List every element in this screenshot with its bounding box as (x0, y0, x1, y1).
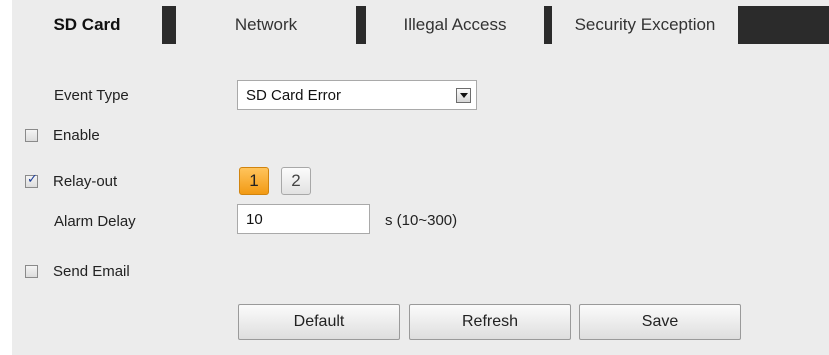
tab-bar: SD Card Network Illegal Access Security … (12, 6, 829, 44)
alarm-delay-unit: s (10~300) (385, 212, 458, 229)
enable-label: Enable (53, 127, 100, 144)
alarm-delay-label: Alarm Delay (54, 213, 136, 230)
default-button[interactable]: Default (238, 304, 400, 340)
event-type-select[interactable]: SD Card Error (237, 80, 477, 110)
tab-separator (162, 6, 176, 44)
tab-separator (544, 6, 552, 44)
checkmark-icon: ✓ (27, 172, 38, 187)
event-type-value: SD Card Error (246, 87, 342, 104)
alarm-delay-input[interactable] (237, 204, 370, 234)
send-email-label: Send Email (53, 263, 130, 280)
tab-security-exception[interactable]: Security Exception (552, 6, 738, 44)
refresh-button[interactable]: Refresh (409, 304, 571, 340)
tab-illegal-access[interactable]: Illegal Access (366, 6, 544, 44)
enable-checkbox[interactable] (25, 129, 38, 142)
settings-panel (12, 0, 829, 355)
tab-bar-filler (738, 6, 829, 44)
relay-button-2[interactable]: 2 (281, 167, 311, 195)
chevron-down-icon[interactable] (456, 88, 471, 103)
relay-button-1[interactable]: 1 (239, 167, 269, 195)
send-email-checkbox[interactable] (25, 265, 38, 278)
save-button[interactable]: Save (579, 304, 741, 340)
event-type-label: Event Type (54, 87, 129, 104)
relay-out-label: Relay-out (53, 173, 118, 190)
relay-out-checkbox[interactable]: ✓ (25, 172, 38, 188)
tab-network[interactable]: Network (176, 6, 356, 44)
tab-separator (356, 6, 366, 44)
tab-sd-card[interactable]: SD Card (12, 6, 162, 44)
